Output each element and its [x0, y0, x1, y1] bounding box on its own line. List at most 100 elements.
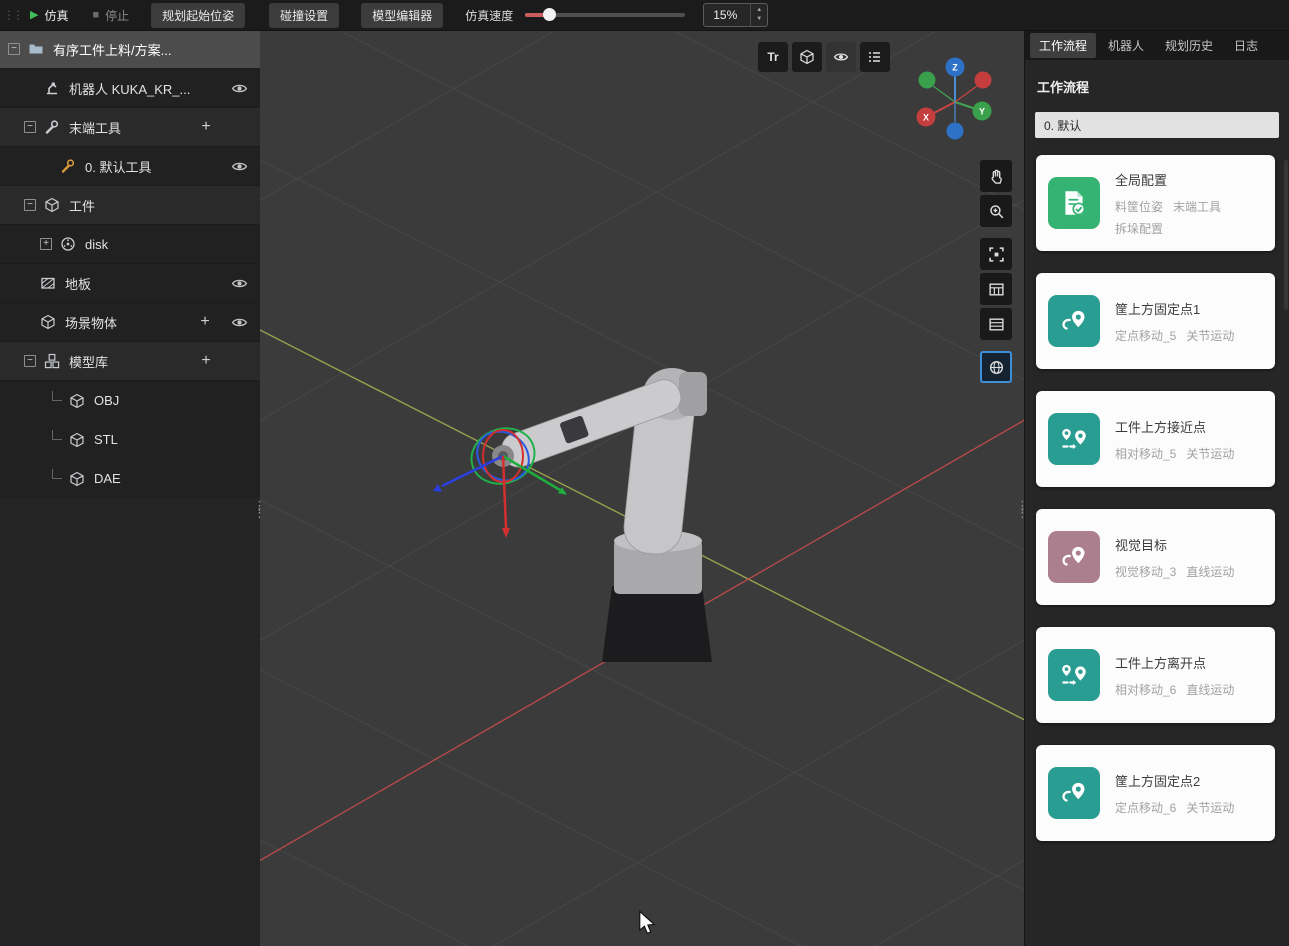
tree-item-disk[interactable]: + disk — [0, 225, 260, 264]
library-icon — [44, 353, 60, 369]
gizmo-z-arrow[interactable] — [503, 456, 506, 528]
workflow-card-approach-point[interactable]: 工件上方接近点 相对移动_5 关节运动 — [1036, 391, 1275, 487]
visibility-button[interactable] — [826, 42, 856, 72]
nav-axis-neg-z-ball[interactable] — [947, 123, 964, 140]
stop-button[interactable]: ■ 停止 — [92, 7, 129, 24]
toolbar-drag-grip[interactable]: ⋮⋮ — [3, 8, 21, 22]
step-tag: 末端工具 — [1173, 198, 1221, 215]
nav-axis-neg-y-ball[interactable] — [919, 72, 936, 89]
right-splitter-handle[interactable]: ⋮⋮ — [1016, 502, 1029, 516]
step-title: 工件上方接近点 — [1115, 417, 1234, 436]
table-icon — [988, 281, 1005, 298]
tree-item-model-library[interactable]: − 模型库 + — [0, 342, 260, 381]
tree-item-stl[interactable]: STL — [0, 420, 260, 459]
top-toolbar: ⋮⋮ ▶ 仿真 ■ 停止 规划起始位姿 碰撞设置 模型编辑器 仿真速度 15% … — [0, 0, 1289, 31]
box-icon — [69, 471, 85, 487]
visibility-eye-icon[interactable] — [231, 80, 248, 97]
visibility-eye-icon[interactable] — [231, 314, 248, 331]
tree-item-end-tools[interactable]: − 末端工具 + — [0, 108, 260, 147]
workflow-card-vision-target[interactable]: 视觉目标 视觉移动_3 直线运动 — [1036, 509, 1275, 605]
workflow-card-fixed-point-1[interactable]: 筐上方固定点1 定点移动_5 关节运动 — [1036, 273, 1275, 369]
step-tag: 关节运动 — [1186, 445, 1234, 462]
step-tag: 视觉移动_3 — [1115, 563, 1176, 580]
step-title: 工件上方离开点 — [1115, 653, 1234, 672]
tree-item-workpieces[interactable]: − 工件 — [0, 186, 260, 225]
display-list-button[interactable] — [860, 42, 890, 72]
step-tags: 定点移动_5 关节运动 — [1115, 327, 1234, 344]
tab-planning-history[interactable]: 规划历史 — [1156, 33, 1222, 58]
tree-item-label: DAE — [94, 471, 121, 486]
scene-canvas[interactable]: Z X Y — [260, 30, 1024, 946]
workflow-card-global-config[interactable]: 全局配置 料筐位姿 末端工具 拆垛配置 — [1036, 155, 1275, 251]
pan-tool-button[interactable] — [980, 160, 1012, 192]
tree-item-robot[interactable]: 机器人 KUKA_KR_... — [0, 69, 260, 108]
tree-item-scene-objects[interactable]: 场景物体 + — [0, 303, 260, 342]
workflow-selector[interactable]: 0. 默认 — [1035, 112, 1279, 138]
hand-icon — [988, 168, 1005, 185]
tree-item-label: 机器人 KUKA_KR_... — [69, 79, 190, 98]
step-title: 筐上方固定点1 — [1115, 299, 1234, 318]
viewport-display-toolbar: Tr — [758, 42, 890, 72]
fit-view-button[interactable] — [980, 238, 1012, 270]
model-editor-button[interactable]: 模型编辑器 — [361, 3, 443, 28]
step-tag: 定点移动_6 — [1115, 799, 1176, 816]
list-display-button[interactable] — [980, 308, 1012, 340]
tree-item-label: 末端工具 — [69, 118, 121, 137]
step-tag: 相对移动_5 — [1115, 445, 1176, 462]
perspective-view-button[interactable] — [980, 351, 1012, 383]
step-icon-tile — [1048, 295, 1100, 347]
step-title: 视觉目标 — [1115, 535, 1234, 554]
view-orientation-gizmo[interactable]: Z X Y — [917, 58, 992, 140]
tree-item-project[interactable]: − 有序工件上料/方案... — [0, 30, 260, 69]
plan-start-pose-button[interactable]: 规划起始位姿 — [151, 3, 245, 28]
tab-robot[interactable]: 机器人 — [1099, 33, 1153, 58]
add-model-button[interactable]: + — [198, 353, 214, 369]
tab-log[interactable]: 日志 — [1225, 33, 1267, 58]
mesh-display-button[interactable] — [792, 42, 822, 72]
slider-thumb[interactable] — [543, 8, 556, 21]
text-labels-button[interactable]: Tr — [758, 42, 788, 72]
tree-item-floor[interactable]: 地板 — [0, 264, 260, 303]
nav-x-label: X — [923, 113, 929, 123]
grid-display-button[interactable] — [980, 273, 1012, 305]
simulate-button[interactable]: ▶ 仿真 — [30, 7, 68, 24]
collapse-icon[interactable]: − — [24, 355, 36, 367]
tree-item-label: 地板 — [65, 274, 91, 293]
visibility-eye-icon[interactable] — [231, 275, 248, 292]
speed-value[interactable]: 15% — [704, 4, 750, 26]
simulation-speed-slider[interactable] — [525, 13, 685, 17]
step-icon-tile — [1048, 649, 1100, 701]
collapse-icon[interactable]: − — [8, 43, 20, 55]
step-icon-tile — [1048, 531, 1100, 583]
workflow-card-depart-point[interactable]: 工件上方离开点 相对移动_6 直线运动 — [1036, 627, 1275, 723]
cube-icon — [40, 314, 56, 330]
spinner-down-arrow[interactable]: ▼ — [751, 15, 767, 24]
step-tag: 直线运动 — [1186, 681, 1234, 698]
visibility-eye-icon[interactable] — [231, 158, 248, 175]
add-scene-object-button[interactable]: + — [197, 314, 213, 330]
robot-model[interactable] — [492, 368, 712, 662]
collision-settings-button[interactable]: 碰撞设置 — [269, 3, 339, 28]
wrench-icon — [60, 158, 76, 174]
panel-title: 工作流程 — [1037, 77, 1277, 96]
spinner-up-arrow[interactable]: ▲ — [751, 6, 767, 15]
left-splitter-handle[interactable]: ⋮⋮ — [253, 502, 266, 516]
play-icon: ▶ — [30, 10, 38, 21]
collapse-icon[interactable]: − — [24, 199, 36, 211]
step-title: 全局配置 — [1115, 170, 1263, 189]
expand-icon[interactable]: + — [40, 238, 52, 250]
workflow-card-fixed-point-2[interactable]: 筐上方固定点2 定点移动_6 关节运动 — [1036, 745, 1275, 841]
tree-item-obj[interactable]: OBJ — [0, 381, 260, 420]
add-tool-button[interactable]: + — [198, 119, 214, 135]
nav-axis-neg-x-ball[interactable] — [975, 72, 992, 89]
tab-workflow[interactable]: 工作流程 — [1030, 33, 1096, 58]
viewport-3d[interactable]: Z X Y Tr — [260, 30, 1024, 946]
simulation-speed-spinner[interactable]: 15% ▲ ▼ — [703, 3, 768, 27]
box-icon — [69, 393, 85, 409]
pin-route-icon — [1059, 778, 1089, 808]
zoom-tool-button[interactable] — [980, 195, 1012, 227]
panel-scrollbar-thumb[interactable] — [1284, 160, 1288, 310]
tree-item-dae[interactable]: DAE — [0, 459, 260, 498]
tree-item-default-tool[interactable]: 0. 默认工具 — [0, 147, 260, 186]
collapse-icon[interactable]: − — [24, 121, 36, 133]
